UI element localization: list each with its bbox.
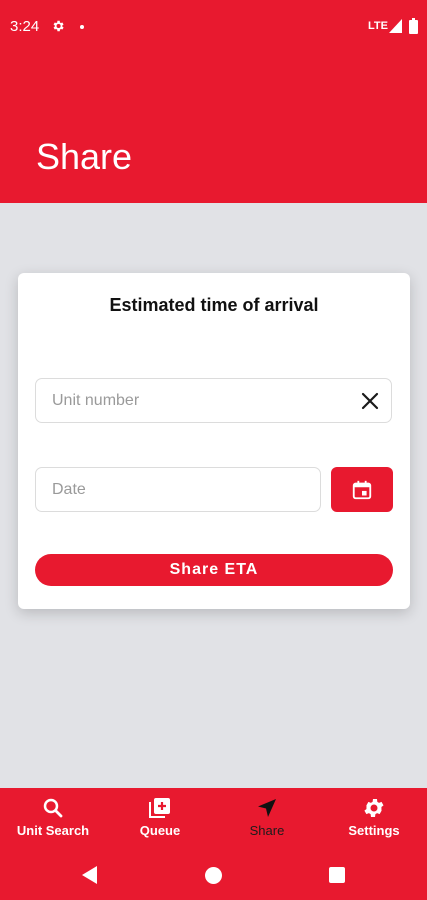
status-bar: 3:24 LTE: [0, 0, 427, 56]
gear-icon: [364, 799, 384, 817]
date-picker-button[interactable]: [331, 467, 393, 512]
close-icon[interactable]: [359, 390, 381, 412]
settings-icon: [53, 20, 64, 32]
card-title: Estimated time of arrival: [109, 295, 319, 315]
status-time: 3:24: [10, 18, 40, 35]
recents-icon[interactable]: [329, 867, 345, 883]
page-title: Share: [36, 136, 133, 177]
eta-card: Estimated time of arrival Share ETA: [18, 273, 410, 609]
unit-number-field[interactable]: [35, 378, 392, 423]
queue-add-icon: [149, 798, 170, 818]
app-bar: Share: [0, 56, 427, 203]
nav-item-queue[interactable]: Queue: [107, 796, 213, 842]
nav-label: Share: [249, 823, 285, 838]
calendar-icon: [352, 480, 372, 499]
nav-item-share[interactable]: Share: [214, 796, 320, 842]
nav-item-unit-search[interactable]: Unit Search: [0, 796, 106, 842]
system-navigation-bar: [0, 850, 427, 900]
date-input[interactable]: [36, 468, 320, 511]
nav-label: Queue: [139, 823, 181, 838]
nav-label: Settings: [348, 823, 400, 838]
signal-icon: [389, 19, 402, 33]
nav-item-settings[interactable]: Settings: [321, 796, 427, 842]
network-type: LTE: [368, 20, 388, 32]
unit-number-input[interactable]: [36, 379, 391, 422]
search-icon: [43, 798, 63, 818]
share-eta-button[interactable]: Share ETA: [35, 554, 393, 586]
back-icon[interactable]: [82, 866, 98, 884]
notification-dot-icon: [80, 25, 84, 29]
home-icon[interactable]: [205, 867, 222, 884]
battery-icon: [409, 18, 418, 34]
date-field[interactable]: [35, 467, 321, 512]
navigation-arrow-icon: [258, 799, 276, 817]
nav-label: Unit Search: [16, 823, 90, 838]
